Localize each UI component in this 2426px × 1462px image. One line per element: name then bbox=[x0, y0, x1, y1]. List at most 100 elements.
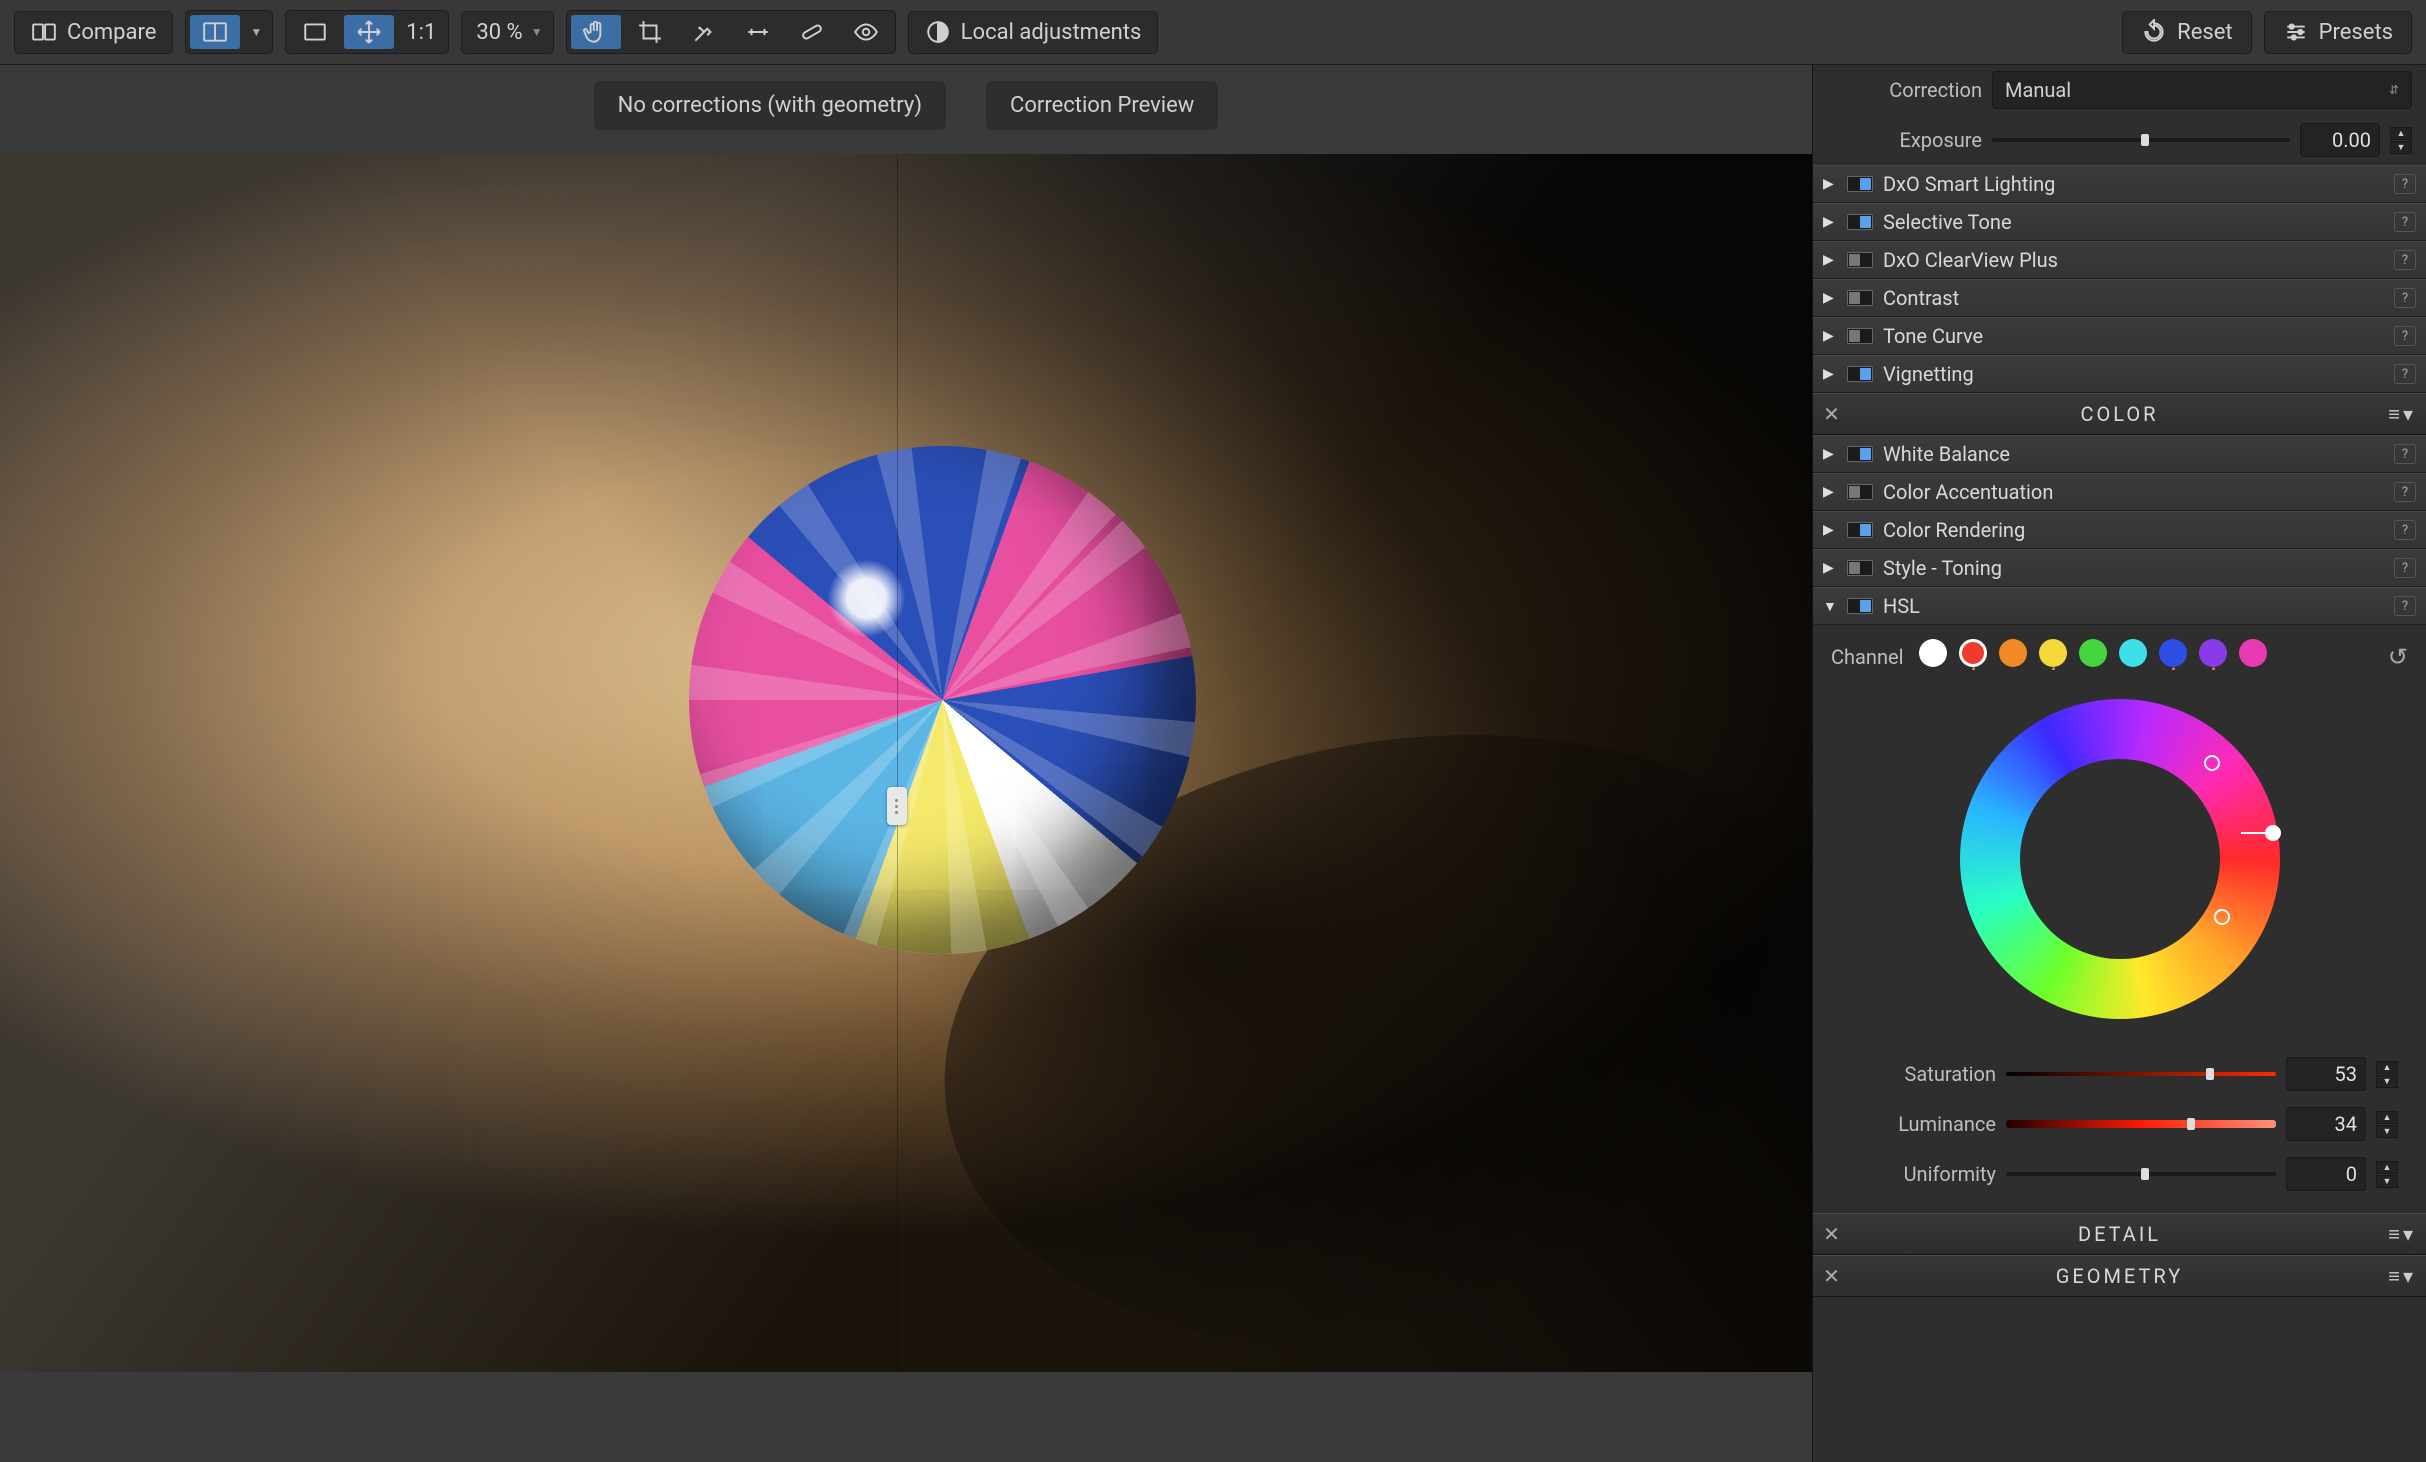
hand-tool-button[interactable] bbox=[571, 15, 621, 49]
detail-category-header[interactable]: ✕ DETAIL ≡▾ bbox=[1813, 1213, 2426, 1255]
local-adjustments-label: Local adjustments bbox=[961, 20, 1142, 45]
reset-channel-icon[interactable]: ↺ bbox=[2388, 643, 2408, 671]
color-category-header[interactable]: ✕ COLOR ≡▾ bbox=[1813, 393, 2426, 435]
help-icon[interactable]: ? bbox=[2394, 212, 2416, 232]
exposure-value[interactable]: 0.00 bbox=[2300, 123, 2380, 157]
channel-purple[interactable] bbox=[2199, 639, 2227, 667]
category-menu-icon[interactable]: ≡▾ bbox=[2388, 1264, 2416, 1289]
geometry-category-header[interactable]: ✕ GEOMETRY ≡▾ bbox=[1813, 1255, 2426, 1297]
wheel-point-inner-top[interactable] bbox=[2176, 819, 2192, 835]
comparison-divider bbox=[897, 154, 898, 1372]
channel-red[interactable] bbox=[1959, 639, 1987, 667]
luminance-label: Luminance bbox=[1841, 1112, 1996, 1136]
help-icon[interactable]: ? bbox=[2394, 326, 2416, 346]
move-tool-button[interactable] bbox=[344, 15, 394, 49]
channel-orange[interactable] bbox=[1999, 639, 2027, 667]
section-toggle[interactable] bbox=[1847, 522, 1873, 538]
triangle-right-icon: ▶ bbox=[1823, 214, 1837, 230]
channel-blue[interactable] bbox=[2159, 639, 2187, 667]
category-menu-icon[interactable]: ≡▾ bbox=[2388, 1222, 2416, 1247]
section-style-toning[interactable]: ▶Style - Toning? bbox=[1813, 549, 2426, 587]
section-tone-curve[interactable]: ▶Tone Curve? bbox=[1813, 317, 2426, 355]
repair-tool-button[interactable] bbox=[787, 15, 837, 49]
section-dxo-smart-lighting[interactable]: ▶DxO Smart Lighting? bbox=[1813, 165, 2426, 203]
section-vignetting[interactable]: ▶Vignetting? bbox=[1813, 355, 2426, 393]
section-hsl[interactable]: ▼ HSL ? bbox=[1813, 587, 2426, 625]
section-toggle[interactable] bbox=[1847, 252, 1873, 268]
help-icon[interactable]: ? bbox=[2394, 444, 2416, 464]
view-mode-group: ▼ bbox=[185, 10, 273, 54]
section-toggle[interactable] bbox=[1847, 366, 1873, 382]
correction-value: Manual bbox=[2005, 78, 2071, 102]
hsl-color-wheel[interactable] bbox=[1960, 699, 2280, 1019]
section-color-rendering[interactable]: ▶Color Rendering? bbox=[1813, 511, 2426, 549]
uniformity-slider[interactable] bbox=[2006, 1167, 2276, 1181]
section-white-balance[interactable]: ▶White Balance? bbox=[1813, 435, 2426, 473]
help-icon[interactable]: ? bbox=[2394, 520, 2416, 540]
channel-cyan[interactable] bbox=[2119, 639, 2147, 667]
presets-button[interactable]: Presets bbox=[2264, 11, 2412, 54]
channel-green[interactable] bbox=[2079, 639, 2107, 667]
horizon-tool-button[interactable] bbox=[733, 15, 783, 49]
wheel-point-outer-top[interactable] bbox=[2204, 755, 2220, 771]
section-toggle[interactable] bbox=[1847, 176, 1873, 192]
compare-label: Compare bbox=[67, 20, 156, 45]
help-icon[interactable]: ? bbox=[2394, 482, 2416, 502]
saturation-slider[interactable] bbox=[2006, 1067, 2276, 1081]
help-icon[interactable]: ? bbox=[2394, 364, 2416, 384]
saturation-stepper[interactable]: ▲▼ bbox=[2376, 1061, 2398, 1088]
local-adjustments-button[interactable]: Local adjustments bbox=[908, 11, 1159, 54]
close-icon[interactable]: ✕ bbox=[1823, 404, 1843, 424]
compare-button[interactable]: Compare bbox=[14, 11, 173, 54]
reset-button[interactable]: Reset bbox=[2122, 11, 2251, 54]
eyedropper-button[interactable] bbox=[679, 15, 729, 49]
exposure-slider[interactable] bbox=[1992, 133, 2290, 147]
preview-toggle-button[interactable] bbox=[841, 15, 891, 49]
help-icon[interactable]: ? bbox=[2394, 174, 2416, 194]
close-icon[interactable]: ✕ bbox=[1823, 1224, 1843, 1244]
channel-magenta[interactable] bbox=[2239, 639, 2267, 667]
fit-button[interactable] bbox=[290, 15, 340, 49]
chevron-down-icon[interactable]: ▼ bbox=[244, 25, 268, 39]
section-toggle[interactable] bbox=[1847, 560, 1873, 576]
luminance-value[interactable]: 34 bbox=[2286, 1107, 2366, 1141]
help-icon[interactable]: ? bbox=[2394, 250, 2416, 270]
triangle-right-icon: ▶ bbox=[1823, 484, 1837, 500]
wheel-point-inner-bottom[interactable] bbox=[2179, 864, 2195, 880]
split-view-button[interactable] bbox=[190, 15, 240, 49]
section-toggle[interactable] bbox=[1847, 328, 1873, 344]
help-icon[interactable]: ? bbox=[2394, 558, 2416, 578]
luminance-slider[interactable] bbox=[2006, 1117, 2276, 1131]
comparison-handle[interactable] bbox=[887, 787, 907, 825]
close-icon[interactable]: ✕ bbox=[1823, 1266, 1843, 1286]
section-toggle[interactable] bbox=[1847, 214, 1873, 230]
channel-yellow[interactable] bbox=[2039, 639, 2067, 667]
uniformity-value[interactable]: 0 bbox=[2286, 1157, 2366, 1191]
exposure-stepper[interactable]: ▲▼ bbox=[2390, 127, 2412, 154]
section-toggle[interactable] bbox=[1847, 484, 1873, 500]
section-selective-tone[interactable]: ▶Selective Tone? bbox=[1813, 203, 2426, 241]
section-toggle[interactable] bbox=[1847, 290, 1873, 306]
compare-icon bbox=[31, 21, 57, 43]
uniformity-stepper[interactable]: ▲▼ bbox=[2376, 1161, 2398, 1188]
horizon-icon bbox=[745, 21, 771, 43]
hsl-toggle[interactable] bbox=[1847, 598, 1873, 614]
crop-tool-button[interactable] bbox=[625, 15, 675, 49]
channel-white[interactable] bbox=[1919, 639, 1947, 667]
category-menu-icon[interactable]: ≡▾ bbox=[2388, 402, 2416, 427]
correction-select[interactable]: Manual ⇵ bbox=[1992, 71, 2412, 109]
help-icon[interactable]: ? bbox=[2394, 596, 2416, 616]
saturation-value[interactable]: 53 bbox=[2286, 1057, 2366, 1091]
help-icon[interactable]: ? bbox=[2394, 288, 2416, 308]
luminance-stepper[interactable]: ▲▼ bbox=[2376, 1111, 2398, 1138]
ratio-label[interactable]: 1:1 bbox=[398, 20, 444, 45]
section-color-accentuation[interactable]: ▶Color Accentuation? bbox=[1813, 473, 2426, 511]
fit-icon bbox=[302, 21, 328, 43]
uniformity-label: Uniformity bbox=[1841, 1162, 1996, 1186]
section-toggle[interactable] bbox=[1847, 446, 1873, 462]
wheel-point-outer-bottom[interactable] bbox=[2214, 909, 2230, 925]
section-contrast[interactable]: ▶Contrast? bbox=[1813, 279, 2426, 317]
image-canvas[interactable] bbox=[0, 154, 1812, 1462]
zoom-select[interactable]: 30 % ▼ bbox=[461, 11, 553, 54]
section-dxo-clearview-plus[interactable]: ▶DxO ClearView Plus? bbox=[1813, 241, 2426, 279]
